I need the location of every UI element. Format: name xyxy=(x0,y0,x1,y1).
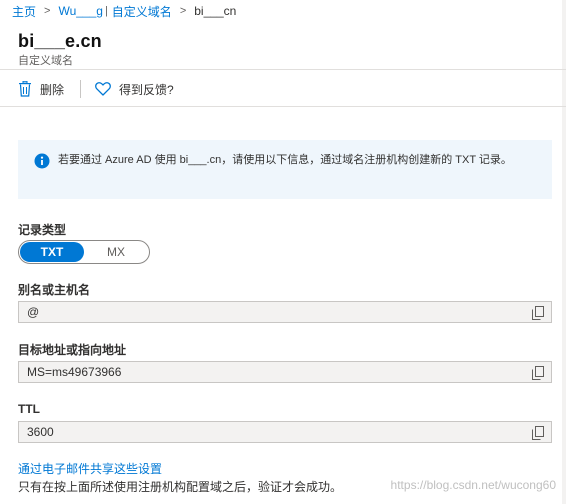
breadcrumb: 主页 > Wu___g | 自定义域名 > bi___cn xyxy=(12,3,236,19)
header-divider xyxy=(0,69,566,70)
record-type-label: 记录类型 xyxy=(18,223,67,237)
toolbar-separator xyxy=(80,80,82,98)
chevron-right-icon: > xyxy=(179,5,187,17)
breadcrumb-current: bi___cn xyxy=(194,4,237,18)
alias-field[interactable]: @ xyxy=(18,301,552,323)
toolbar: 删除 得到反馈? xyxy=(18,78,174,100)
scrollbar-edge[interactable] xyxy=(562,0,566,504)
page-subtitle: 自定义域名 xyxy=(18,55,73,67)
info-circle-icon xyxy=(34,153,50,169)
share-by-email-link[interactable]: 通过电子邮件共享这些设置 xyxy=(18,460,162,477)
target-label: 目标地址或指向地址 xyxy=(18,343,127,357)
target-value: MS=ms49673966 xyxy=(27,365,122,379)
delete-label: 删除 xyxy=(40,82,65,97)
breadcrumb-custom-domains[interactable]: 自定义域名 xyxy=(112,3,172,20)
delete-button[interactable]: 删除 xyxy=(18,81,64,98)
verification-footnote: 只有在按上面所述使用注册机构配置域之后，验证才会成功。 xyxy=(18,480,343,494)
copy-icon[interactable] xyxy=(532,366,544,380)
toolbar-divider xyxy=(0,106,566,107)
chevron-right-icon: | xyxy=(104,5,108,17)
info-text: 若要通过 Azure AD 使用 bi___.cn，请使用以下信息，通过域名注册… xyxy=(58,154,512,166)
breadcrumb-directory[interactable]: Wu___g xyxy=(58,4,102,18)
copy-icon[interactable] xyxy=(532,426,544,440)
record-type-mx-option[interactable]: MX xyxy=(84,242,148,262)
ttl-value: 3600 xyxy=(27,425,54,439)
target-field[interactable]: MS=ms49673966 xyxy=(18,361,552,383)
ttl-label: TTL xyxy=(18,402,40,416)
info-banner: 若要通过 Azure AD 使用 bi___.cn，请使用以下信息，通过域名注册… xyxy=(18,140,552,199)
alias-label: 别名或主机名 xyxy=(18,283,91,297)
breadcrumb-home[interactable]: 主页 xyxy=(12,3,36,20)
feedback-button[interactable]: 得到反馈? xyxy=(95,81,174,98)
page-title: bi___e.cn xyxy=(18,31,102,51)
watermark: https://blog.csdn.net/wucong60 xyxy=(390,478,556,492)
heart-icon xyxy=(95,82,111,96)
chevron-right-icon: > xyxy=(44,5,51,17)
trash-icon xyxy=(19,81,31,97)
alias-value: @ xyxy=(27,305,40,319)
record-type-toggle: TXT MX xyxy=(18,240,150,264)
ttl-field[interactable]: 3600 xyxy=(18,421,552,443)
copy-icon[interactable] xyxy=(532,306,544,320)
feedback-label: 得到反馈? xyxy=(119,82,174,97)
record-type-txt-option[interactable]: TXT xyxy=(20,242,84,262)
